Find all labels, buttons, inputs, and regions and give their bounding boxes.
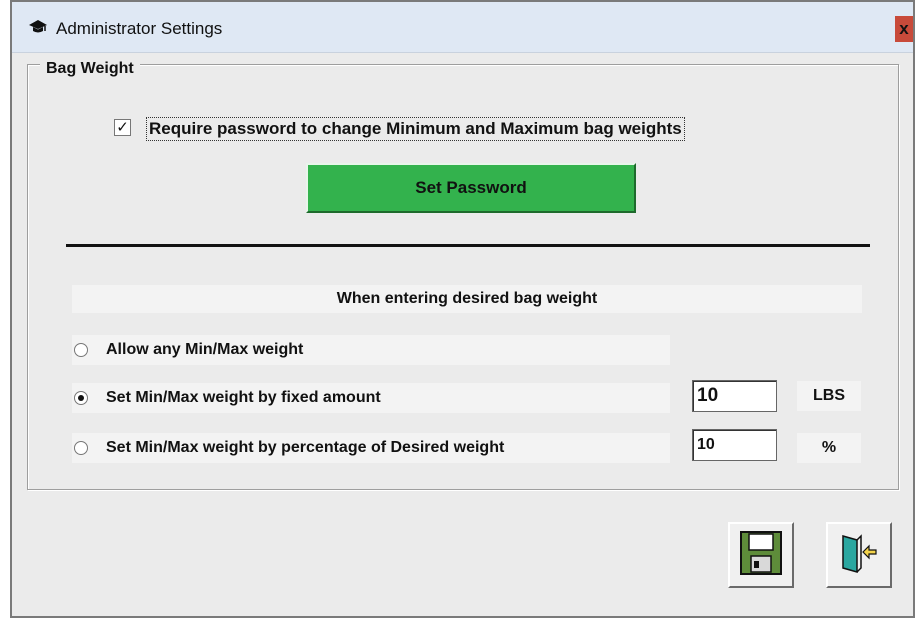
save-button[interactable] <box>728 522 794 588</box>
radio-fixed-amount[interactable]: Set Min/Max weight by fixed amount <box>72 383 670 413</box>
require-password-checkbox[interactable]: ✓ <box>114 119 131 136</box>
close-button[interactable]: x <box>895 16 913 42</box>
radio-label: Set Min/Max weight by fixed amount <box>106 389 381 406</box>
radio-percentage[interactable]: Set Min/Max weight by percentage of Desi… <box>72 433 670 463</box>
exit-door-icon <box>839 532 879 579</box>
radio-button[interactable] <box>74 343 88 357</box>
require-password-label[interactable]: Require password to change Minimum and M… <box>146 117 685 141</box>
radio-button[interactable] <box>74 391 88 405</box>
radio-allow-any[interactable]: Allow any Min/Max weight <box>72 335 670 365</box>
exit-button[interactable] <box>826 522 892 588</box>
radio-label: Set Min/Max weight by percentage of Desi… <box>106 439 505 456</box>
radio-label: Allow any Min/Max weight <box>106 341 304 358</box>
radio-button[interactable] <box>74 441 88 455</box>
divider <box>66 244 870 247</box>
section-header: When entering desired bag weight <box>72 285 862 313</box>
fixed-amount-unit: LBS <box>797 381 861 411</box>
graduation-cap-icon <box>28 19 48 35</box>
set-password-button[interactable]: Set Password <box>306 163 636 213</box>
floppy-disk-icon <box>739 530 783 581</box>
percentage-input[interactable] <box>692 429 777 461</box>
bag-weight-group-label: Bag Weight <box>40 60 140 78</box>
window-title: Administrator Settings <box>56 19 223 38</box>
title-bar: Administrator Settings x <box>12 2 913 53</box>
percentage-unit: % <box>797 433 861 463</box>
fixed-amount-input[interactable] <box>692 380 777 412</box>
